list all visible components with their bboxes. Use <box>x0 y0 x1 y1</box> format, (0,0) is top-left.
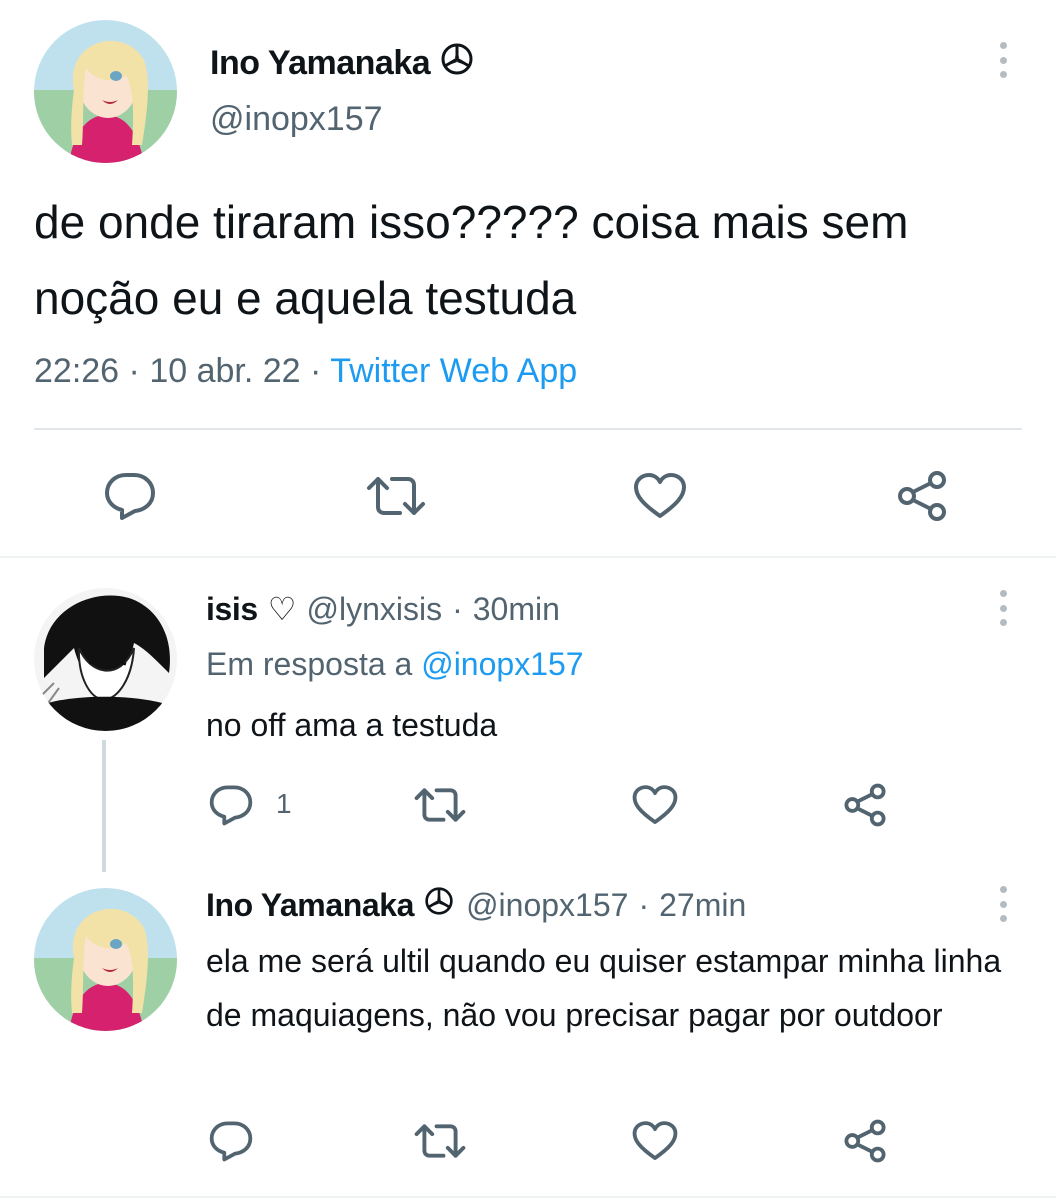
share-icon <box>844 1119 886 1163</box>
more-options-icon[interactable] <box>996 886 1010 922</box>
reply-button[interactable] <box>98 466 162 526</box>
author-handle[interactable]: @lynxisis <box>306 591 442 628</box>
tweet-source[interactable]: Twitter Web App <box>330 352 577 390</box>
like-button[interactable] <box>630 782 680 828</box>
author-name[interactable]: Ino Yamanaka <box>210 44 431 83</box>
author-name[interactable]: isis <box>206 591 258 628</box>
author-handle[interactable]: @inopx157 <box>466 887 628 924</box>
speech-bubble-icon <box>209 1121 253 1162</box>
meta-separator: · <box>310 352 322 390</box>
avatar[interactable] <box>34 588 177 731</box>
tweet-time[interactable]: 27min <box>659 887 746 924</box>
retweet-button[interactable] <box>364 466 428 526</box>
meta-separator: · <box>452 590 463 627</box>
author-name-row[interactable]: Ino Yamanaka <box>210 42 474 85</box>
share-button[interactable] <box>840 782 890 828</box>
avatar[interactable] <box>34 20 177 163</box>
avatar[interactable] <box>34 888 177 1031</box>
heart-icon <box>632 1121 678 1160</box>
heart-icon <box>632 785 678 824</box>
heart-icon <box>634 473 686 518</box>
tweet-date[interactable]: 10 abr. 22 <box>149 352 300 390</box>
thread-line <box>102 740 106 872</box>
section-divider <box>0 556 1056 558</box>
author-handle[interactable]: @inopx157 <box>210 100 383 139</box>
tweet-meta: 22:26 · 10 abr. 22 · Twitter Web App <box>34 352 577 391</box>
reply-header: Ino Yamanaka @inopx157 · 27min <box>206 886 746 924</box>
retweet-icon <box>367 477 425 515</box>
author-name[interactable]: Ino Yamanaka <box>206 887 414 924</box>
like-button[interactable] <box>628 466 692 526</box>
more-options-icon[interactable] <box>996 590 1010 626</box>
share-button[interactable] <box>840 1118 890 1164</box>
reply-to-line: Em resposta a @inopx157 <box>206 646 584 683</box>
share-icon <box>844 783 886 827</box>
share-icon <box>898 471 946 521</box>
reply-count: 1 <box>276 788 292 819</box>
meta-separator: · <box>128 352 140 390</box>
divider <box>34 428 1022 430</box>
share-button[interactable] <box>890 466 954 526</box>
like-button[interactable] <box>630 1118 680 1164</box>
reply-to-mention[interactable]: @inopx157 <box>421 646 583 682</box>
mercedes-star-icon <box>424 886 454 924</box>
tweet-time[interactable]: 22:26 <box>34 352 119 390</box>
heart-badge: ♡ <box>267 591 297 627</box>
reply-to-label: Em resposta a <box>206 646 413 682</box>
tweet-time[interactable]: 30min <box>473 591 560 628</box>
reply-button[interactable] <box>206 1118 256 1164</box>
bottom-divider <box>0 1196 1056 1198</box>
meta-separator: · <box>638 886 650 923</box>
tweet-text: de onde tiraram isso????? coisa mais sem… <box>34 196 909 324</box>
retweet-button[interactable] <box>412 782 468 828</box>
more-options-icon[interactable] <box>996 42 1010 78</box>
speech-bubble-icon <box>105 473 155 520</box>
retweet-icon <box>414 788 466 822</box>
retweet-icon <box>414 1124 466 1158</box>
reply-header: isis ♡ @lynxisis · 30min <box>206 590 560 628</box>
reply-button[interactable] <box>206 782 256 828</box>
mercedes-star-icon <box>440 42 474 85</box>
tweet-text: no off ama a testuda <box>206 707 498 743</box>
tweet-text: ela me será ultil quando eu quiser estam… <box>206 943 1002 1033</box>
retweet-button[interactable] <box>412 1118 468 1164</box>
speech-bubble-icon <box>209 785 253 826</box>
